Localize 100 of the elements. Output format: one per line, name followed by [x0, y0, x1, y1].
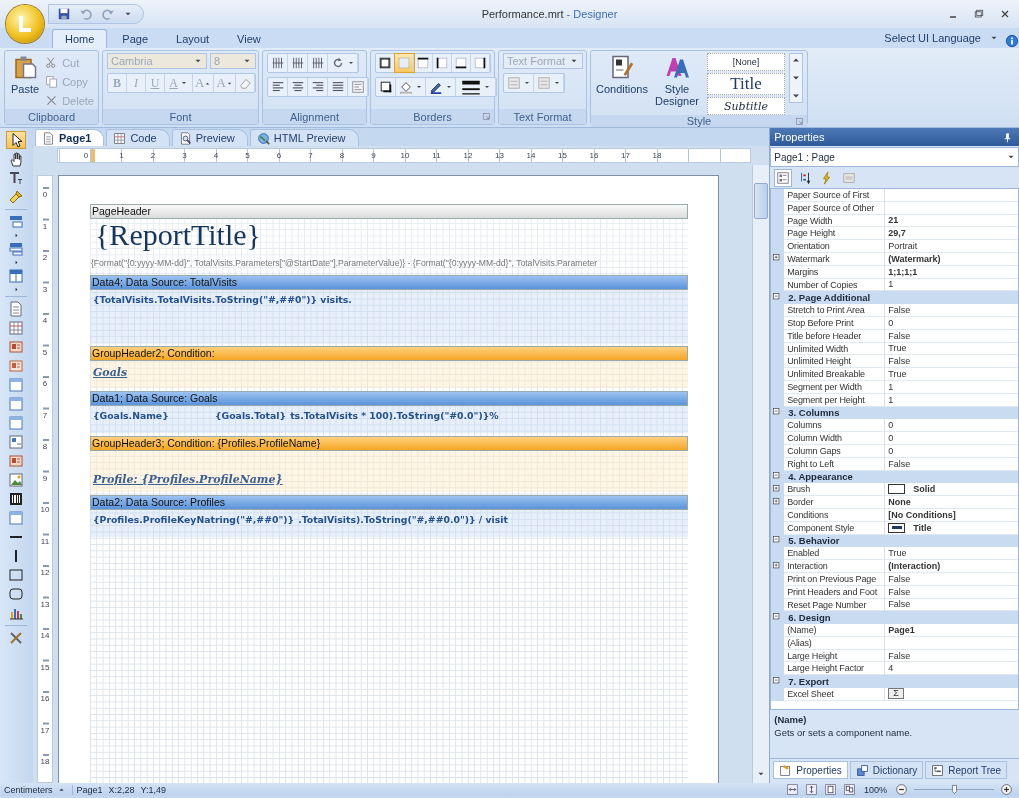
- property-name[interactable]: Column Width: [784, 432, 886, 445]
- property-name[interactable]: Column Gaps: [784, 444, 886, 458]
- fit-page-icon[interactable]: [823, 783, 837, 796]
- property-cell[interactable]: False: [885, 649, 1018, 663]
- property-name[interactable]: Columns: [784, 419, 886, 433]
- property-cell[interactable]: True: [885, 368, 1018, 381]
- ribbon-tab[interactable]: Home: [52, 29, 108, 48]
- band-header[interactable]: Data4; Data Source: TotalVisits: [89, 275, 688, 290]
- ribbon-tab[interactable]: Layout: [163, 29, 223, 48]
- ribbon-tab[interactable]: Page: [109, 29, 162, 48]
- property-cell[interactable]: True: [885, 342, 1018, 356]
- style-designer-button[interactable]: Style Designer: [653, 53, 702, 109]
- save-icon[interactable]: [57, 7, 71, 21]
- property-cell[interactable]: (Watermark): [885, 253, 1018, 266]
- application-button[interactable]: [6, 5, 44, 43]
- property-cell[interactable]: False: [885, 355, 1018, 369]
- document-tab[interactable]: Page1: [34, 129, 105, 146]
- property-name[interactable]: (Name): [784, 624, 886, 637]
- group-heading[interactable]: Goals: [90, 362, 130, 381]
- property-cell[interactable]: 1: [885, 393, 1018, 407]
- language-selector[interactable]: Select UI Language: [884, 28, 1003, 48]
- property-cell[interactable]: False: [885, 329, 1018, 343]
- property-name[interactable]: Unlimited Height: [784, 355, 886, 369]
- data-field[interactable]: .TotalVisits).ToString("#,##0.0")} / visit: [296, 511, 510, 529]
- property-name[interactable]: Excel Sheet: [784, 688, 886, 701]
- band-header[interactable]: GroupHeader2; Condition:: [89, 346, 688, 361]
- property-cell[interactable]: False: [885, 585, 1018, 599]
- sum-button[interactable]: Σ: [888, 688, 904, 700]
- property-cell[interactable]: (Interaction): [885, 560, 1018, 573]
- property-cell[interactable]: False: [885, 457, 1018, 471]
- property-name[interactable]: Border: [784, 496, 886, 509]
- property-cell[interactable]: False: [885, 572, 1018, 586]
- property-cell[interactable]: 0: [885, 419, 1018, 433]
- band-header[interactable]: PageHeader: [89, 204, 688, 219]
- property-cell[interactable]: 21: [885, 214, 1018, 228]
- property-name[interactable]: (Alias): [784, 636, 886, 650]
- units-selector[interactable]: Centimeters: [4, 784, 66, 795]
- property-name[interactable]: Large Height: [784, 649, 886, 663]
- scrollbar[interactable]: [752, 165, 770, 783]
- group-heading[interactable]: Profile: {Profiles.ProfileName}: [90, 469, 285, 488]
- property-name[interactable]: Right to Left: [784, 457, 886, 471]
- data-field[interactable]: ts.TotalVisits * 100).ToString("#0.0")}%: [288, 407, 501, 425]
- property-cell[interactable]: Title: [885, 521, 1018, 535]
- property-name[interactable]: Paper Source of First: [784, 189, 886, 202]
- pin-icon[interactable]: [1002, 131, 1013, 143]
- property-category[interactable]: 3. Columns: [784, 407, 840, 419]
- style-gallery-item[interactable]: Subtitle: [707, 97, 785, 115]
- zoom-out-icon[interactable]: [895, 783, 908, 796]
- document-tab[interactable]: Preview: [171, 129, 248, 146]
- close-icon[interactable]: [999, 8, 1011, 20]
- data-field[interactable]: {Goals.Total}: [212, 407, 289, 425]
- zoom-in-icon[interactable]: [1000, 783, 1013, 796]
- property-name[interactable]: Segment per Width: [784, 380, 886, 394]
- property-name[interactable]: Orientation: [784, 240, 886, 253]
- collapse-icon[interactable]: [772, 612, 783, 623]
- band-header[interactable]: Data1; Data Source: Goals: [89, 391, 688, 406]
- property-name[interactable]: Unlimited Breakable: [784, 368, 886, 381]
- collapse-icon[interactable]: [772, 292, 783, 303]
- multi-page-icon[interactable]: [842, 783, 856, 796]
- property-cell[interactable]: Solid: [885, 483, 1018, 497]
- expression-text[interactable]: {Format("{0:yyyy-MM-dd}", TotalVisits.Parameters["@StartDate"].ParameterValue)} - {Format("{0:yyyy-MM-dd}", TotalVisits.Parameter: [90, 252, 598, 268]
- property-name[interactable]: Brush: [784, 483, 886, 497]
- fit-height-icon[interactable]: [804, 783, 818, 796]
- property-cell[interactable]: 29,7: [885, 227, 1018, 241]
- collapse-icon[interactable]: [772, 535, 783, 546]
- property-name[interactable]: Unlimited Width: [784, 342, 886, 356]
- property-name[interactable]: Page Width: [784, 214, 886, 228]
- property-category[interactable]: 5. Behavior: [784, 535, 840, 547]
- panel-tab[interactable]: Dictionary: [849, 761, 924, 779]
- property-cell[interactable]: None: [885, 496, 1018, 509]
- property-name[interactable]: Component Style: [784, 521, 886, 535]
- property-cell[interactable]: False: [885, 304, 1018, 317]
- scroll-thumb[interactable]: [754, 183, 769, 219]
- paste-button[interactable]: Paste: [9, 53, 42, 97]
- property-cell[interactable]: 1: [885, 380, 1018, 394]
- property-name[interactable]: Conditions: [784, 508, 886, 522]
- property-name[interactable]: Print Headers and Foot: [784, 585, 886, 599]
- property-category[interactable]: 6. Design: [784, 612, 831, 624]
- property-name[interactable]: Interaction: [784, 560, 886, 573]
- maximize-icon[interactable]: [973, 8, 985, 20]
- info-icon[interactable]: [1005, 34, 1019, 48]
- property-cell[interactable]: 0: [885, 432, 1018, 445]
- style-gallery-item[interactable]: Title: [707, 73, 785, 95]
- property-cell[interactable]: Σ: [885, 688, 1018, 701]
- property-name[interactable]: Paper Source of Other: [784, 201, 886, 215]
- band-header[interactable]: GroupHeader3; Condition: {Profiles.ProfileName}: [89, 436, 688, 451]
- conditions-button[interactable]: Conditions: [595, 53, 649, 97]
- property-cell[interactable]: 1;1;1;1: [885, 265, 1018, 279]
- categorized-button[interactable]: [774, 168, 793, 187]
- panel-tab[interactable]: Properties: [773, 761, 848, 779]
- property-name[interactable]: Title before Header: [784, 329, 886, 343]
- property-cell[interactable]: True: [885, 547, 1018, 561]
- collapse-icon[interactable]: [772, 407, 783, 418]
- property-cell[interactable]: Page1: [885, 624, 1018, 637]
- property-name[interactable]: Segment per Height: [784, 393, 886, 407]
- data-field[interactable]: {Profiles.ProfileKeyNatring("#,##0")}: [90, 511, 297, 529]
- fit-width-icon[interactable]: [785, 783, 799, 796]
- component-selector[interactable]: Page1 : Page: [770, 147, 1019, 167]
- data-field[interactable]: {TotalVisits.TotalVisits.ToString("#,##0")} visits.: [90, 291, 354, 309]
- property-name[interactable]: Stretch to Print Area: [784, 304, 886, 317]
